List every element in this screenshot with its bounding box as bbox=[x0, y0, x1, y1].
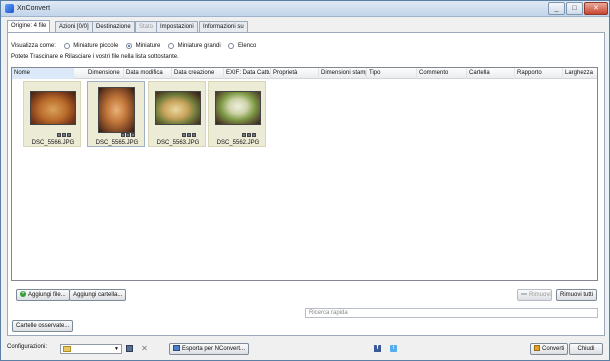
configuration-select[interactable]: ▼ bbox=[60, 344, 122, 354]
export-nconvert-button[interactable]: Esporta per NConvert... bbox=[169, 343, 250, 355]
drag-drop-hint: Potete Trascinare e Rilasciare i vostri … bbox=[11, 54, 179, 60]
quick-search-input[interactable]: Ricerca rapida bbox=[305, 308, 598, 318]
column-data-modifica[interactable]: Data modifica bbox=[124, 68, 172, 79]
column-commento[interactable]: Commento bbox=[417, 68, 467, 79]
column-larghezza[interactable]: Larghezza bbox=[563, 68, 597, 79]
radio-large-thumbnails[interactable] bbox=[168, 43, 174, 49]
twitter-icon[interactable]: t bbox=[390, 345, 397, 352]
remove-all-button[interactable]: Rimuovi tutti bbox=[556, 289, 598, 301]
add-files-button[interactable]: + Aggiungi file... bbox=[16, 289, 70, 301]
close-window-button[interactable]: ✕ bbox=[584, 2, 608, 15]
minus-icon bbox=[521, 293, 527, 296]
maximize-button[interactable]: □ bbox=[566, 2, 583, 15]
radio-list-label: Elenco bbox=[238, 43, 257, 49]
export-label: Esporta per NConvert... bbox=[182, 346, 246, 352]
column-dimensioni-stampa[interactable]: Dimensioni stampa bbox=[319, 68, 367, 79]
watched-folders-button[interactable]: Cartelle osservate... bbox=[12, 320, 74, 332]
tab-impostazioni[interactable]: Impostazioni bbox=[156, 21, 198, 32]
convert-button[interactable]: Converti bbox=[530, 343, 569, 355]
column-header: Nome Dimensione Data modifica Data creaz… bbox=[12, 68, 597, 79]
thumbnail-filename: DSC_5563.JPG bbox=[156, 140, 200, 146]
column-data-creazione[interactable]: Data creazione bbox=[172, 68, 224, 79]
window-title: XnConvert bbox=[17, 5, 51, 12]
app-window: XnConvert _ □ ✕ Origine: 4 file Azioni [… bbox=[0, 0, 610, 361]
thumbnail-filename: DSC_5565.JPG bbox=[95, 140, 139, 146]
tab-stato[interactable]: Stato bbox=[135, 21, 158, 32]
thumbnail-badges bbox=[56, 133, 71, 137]
column-rapporto[interactable]: Rapporto bbox=[515, 68, 563, 79]
photo-thumbnail bbox=[30, 91, 76, 125]
add-files-label: Aggiungi file... bbox=[28, 292, 66, 298]
thumbnail-item[interactable]: DSC_5566.JPG bbox=[23, 81, 81, 147]
view-mode-label: Visualizza come: bbox=[11, 43, 56, 49]
radio-large-thumbnails-label: Miniature grandi bbox=[177, 43, 221, 49]
minimize-button[interactable]: _ bbox=[548, 2, 565, 15]
folder-icon bbox=[63, 346, 71, 352]
tab-informazioni[interactable]: Informazioni su bbox=[199, 21, 248, 32]
close-icon[interactable]: ✕ bbox=[141, 345, 148, 353]
thumbnail-item[interactable]: DSC_5565.JPG bbox=[87, 81, 145, 147]
title-bar: XnConvert _ □ ✕ bbox=[1, 1, 609, 17]
tab-azioni[interactable]: Azioni [0/0] bbox=[55, 21, 93, 32]
tab-origine[interactable]: Origine: 4 file bbox=[7, 20, 51, 32]
photo-thumbnail bbox=[215, 91, 261, 125]
facebook-icon[interactable]: f bbox=[374, 345, 381, 352]
view-mode-row: Visualizza come: Miniature piccole Minia… bbox=[11, 43, 256, 51]
config-label: Configurazioni: bbox=[7, 344, 48, 350]
thumbnail-item[interactable]: DSC_5562.JPG bbox=[208, 81, 266, 147]
column-exif-data-cattura[interactable]: EXIF: Data Cattura bbox=[224, 68, 271, 79]
floppy-save-icon[interactable] bbox=[126, 345, 133, 352]
thumbnail-filename: DSC_5562.JPG bbox=[216, 140, 260, 146]
radio-small-thumbnails-label: Miniature piccole bbox=[73, 43, 119, 49]
thumbnail-item[interactable]: DSC_5563.JPG bbox=[148, 81, 206, 147]
convert-icon bbox=[534, 345, 540, 352]
radio-small-thumbnails[interactable] bbox=[63, 43, 70, 49]
photo-thumbnail bbox=[155, 91, 201, 125]
close-button[interactable]: Chiudi bbox=[569, 343, 603, 355]
thumbnail-badges bbox=[120, 133, 135, 137]
radio-list[interactable] bbox=[228, 43, 235, 49]
file-list[interactable]: Nome Dimensione Data modifica Data creaz… bbox=[11, 67, 598, 281]
chevron-down-icon: ▼ bbox=[114, 346, 119, 352]
export-icon bbox=[173, 345, 180, 352]
thumbnail-filename: DSC_5566.JPG bbox=[31, 140, 75, 146]
radio-thumbnails[interactable] bbox=[125, 43, 132, 49]
add-icon: + bbox=[20, 291, 26, 298]
app-icon bbox=[5, 4, 14, 13]
remove-label: Rimuovi bbox=[529, 292, 551, 298]
add-folder-button[interactable]: Aggiungi cartella... bbox=[69, 289, 127, 301]
tab-destinazione[interactable]: Destinazione bbox=[92, 21, 135, 32]
convert-label: Converti bbox=[542, 346, 565, 352]
radio-thumbnails-label: Miniature bbox=[135, 43, 161, 49]
column-proprieta[interactable]: Proprietà bbox=[271, 68, 319, 79]
column-nome[interactable]: Nome bbox=[12, 68, 74, 79]
column-cartella[interactable]: Cartella bbox=[467, 68, 515, 79]
photo-thumbnail bbox=[98, 87, 135, 133]
remove-button[interactable]: Rimuovi bbox=[517, 289, 552, 301]
column-tipo[interactable]: Tipo bbox=[367, 68, 417, 79]
thumbnail-badges bbox=[241, 133, 256, 137]
column-dimensione[interactable]: Dimensione bbox=[74, 68, 124, 79]
thumbnail-badges bbox=[181, 133, 196, 137]
